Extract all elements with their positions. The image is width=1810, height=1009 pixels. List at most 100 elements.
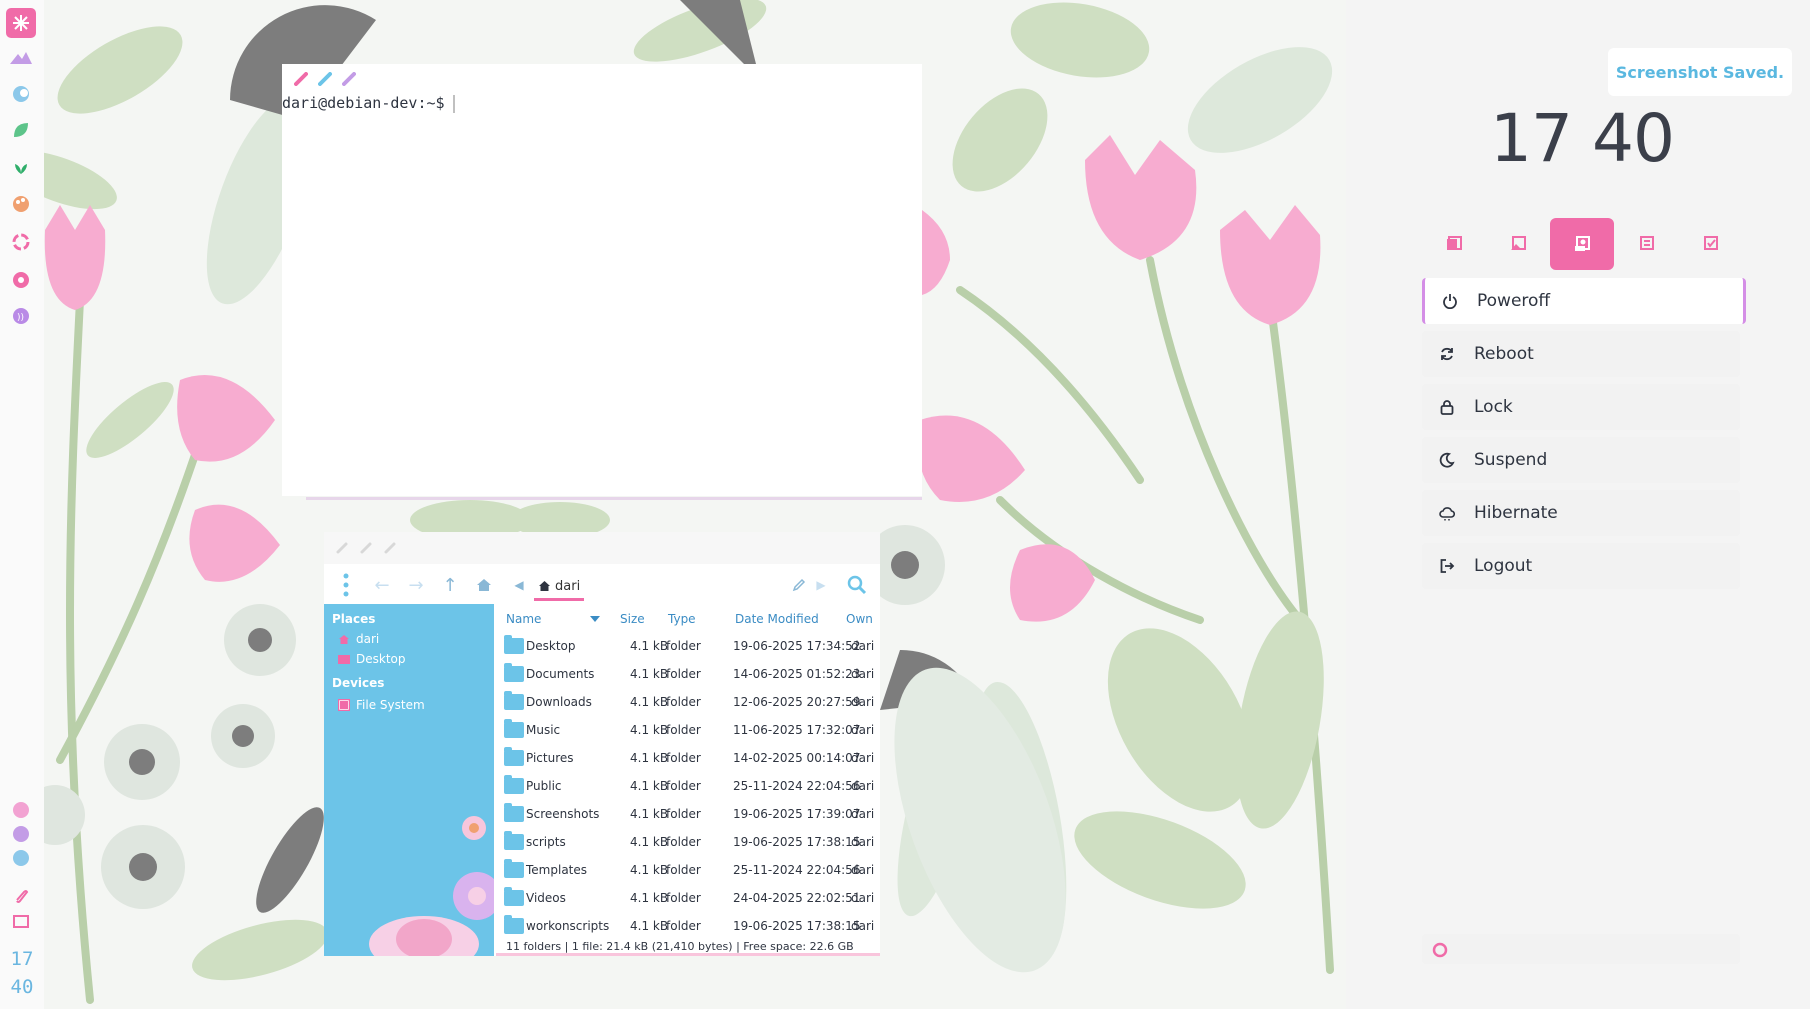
file-name: workonscripts bbox=[526, 919, 610, 933]
breadcrumb-left-icon[interactable]: ◀ bbox=[512, 572, 526, 598]
file-owner: dari bbox=[851, 919, 875, 933]
action-label: Logout bbox=[1474, 556, 1533, 576]
folder-icon bbox=[504, 747, 524, 766]
column-name[interactable]: Name bbox=[506, 612, 541, 626]
action-label: Lock bbox=[1474, 397, 1513, 417]
plant-icon[interactable] bbox=[9, 154, 33, 178]
file-name: Videos bbox=[526, 891, 566, 905]
tab-2[interactable] bbox=[1486, 218, 1550, 270]
file-owner: dari bbox=[851, 667, 875, 681]
sidebar-item-desktop[interactable]: Desktop bbox=[338, 652, 406, 666]
suspend-button[interactable]: Suspend bbox=[1422, 437, 1740, 483]
file-name: Templates bbox=[526, 863, 588, 877]
file-row[interactable]: Desktop 4.1 kB folder 19-06-2025 17:34:52 da… bbox=[496, 632, 880, 660]
aperture-icon[interactable] bbox=[9, 268, 33, 292]
tab-5[interactable] bbox=[1678, 218, 1742, 270]
svg-text:)): )) bbox=[17, 313, 24, 323]
edit-path-icon[interactable] bbox=[788, 572, 810, 598]
file-type: folder bbox=[666, 723, 701, 737]
sort-desc-icon[interactable] bbox=[590, 616, 600, 622]
paperclip-icon[interactable] bbox=[9, 884, 33, 908]
terminal-window[interactable]: dari@debian-dev:~$ bbox=[282, 64, 922, 500]
up-icon[interactable]: ↑ bbox=[438, 572, 462, 598]
window-icon[interactable] bbox=[9, 910, 33, 934]
snowflake-icon[interactable] bbox=[6, 8, 36, 38]
file-row[interactable]: Downloads 4.1 kB folder 12-06-2025 20:27:59… bbox=[496, 688, 880, 716]
search-icon[interactable] bbox=[844, 572, 870, 598]
text-cursor bbox=[452, 94, 455, 113]
file-row[interactable]: Pictures 4.1 kB folder 14-02-2025 00:14:07 d… bbox=[496, 744, 880, 772]
moon-icon bbox=[1432, 452, 1462, 468]
file-row[interactable]: Videos 4.1 kB folder 24-04-2025 22:02:51 dar… bbox=[496, 884, 880, 912]
file-size: 4.1 kB bbox=[630, 779, 669, 793]
column-type[interactable]: Type bbox=[668, 612, 696, 626]
breadcrumb-right-icon[interactable]: ▶ bbox=[814, 572, 828, 598]
file-name: Downloads bbox=[526, 695, 592, 709]
folder-icon bbox=[504, 635, 524, 654]
workspace-1-icon[interactable] bbox=[9, 798, 33, 822]
audio-icon[interactable]: )) bbox=[9, 304, 33, 328]
close-icon[interactable] bbox=[294, 72, 308, 86]
file-manager-window[interactable]: ← → ↑ ◀ dari ▶ Places dari Desktop Devic… bbox=[324, 532, 880, 956]
file-type: folder bbox=[666, 751, 701, 765]
action-label: Poweroff bbox=[1477, 291, 1551, 311]
file-row[interactable]: Music 4.1 kB folder 11-06-2025 17:32:07 dari bbox=[496, 716, 880, 744]
folder-icon bbox=[504, 663, 524, 682]
file-type: folder bbox=[666, 807, 701, 821]
file-owner: dari bbox=[851, 751, 875, 765]
file-date: 19-06-2025 17:39:07 bbox=[733, 807, 861, 821]
file-row[interactable]: Documents 4.1 kB folder 14-06-2025 01:52:23… bbox=[496, 660, 880, 688]
close-icon[interactable] bbox=[336, 542, 348, 554]
file-owner: dari bbox=[851, 863, 875, 877]
logout-button[interactable]: Logout bbox=[1422, 543, 1740, 589]
ring-icon[interactable] bbox=[9, 230, 33, 254]
forward-icon[interactable]: → bbox=[404, 572, 428, 598]
palette-icon[interactable] bbox=[9, 192, 33, 216]
mountain-icon[interactable] bbox=[9, 46, 33, 70]
column-size[interactable]: Size bbox=[620, 612, 645, 626]
workspace-3-icon[interactable] bbox=[9, 846, 33, 870]
file-owner: dari bbox=[851, 723, 875, 737]
sidebar-item-home[interactable]: dari bbox=[338, 632, 379, 646]
tab-1[interactable] bbox=[1422, 218, 1486, 270]
sidebar-item-filesystem[interactable]: File System bbox=[338, 698, 425, 712]
file-row[interactable]: scripts 4.1 kB folder 19-06-2025 17:38:15 da… bbox=[496, 828, 880, 856]
file-type: folder bbox=[666, 835, 701, 849]
bubble-icon[interactable] bbox=[9, 82, 33, 106]
leaf-icon[interactable] bbox=[9, 118, 33, 142]
file-row[interactable]: Templates 4.1 kB folder 25-11-2024 22:04:56… bbox=[496, 856, 880, 884]
user-card-icon bbox=[1575, 236, 1590, 251]
folder-icon bbox=[504, 691, 524, 710]
workspace-2-icon[interactable] bbox=[9, 822, 33, 846]
terminal-prompt[interactable]: dari@debian-dev:~$ bbox=[282, 94, 455, 113]
lock-button[interactable]: Lock bbox=[1422, 384, 1740, 430]
minimize-icon[interactable] bbox=[318, 72, 332, 86]
menu-icon[interactable] bbox=[336, 572, 356, 598]
reboot-button[interactable]: Reboot bbox=[1422, 331, 1740, 377]
minimize-icon[interactable] bbox=[360, 542, 372, 554]
home-icon[interactable] bbox=[472, 572, 496, 598]
file-size: 4.1 kB bbox=[630, 919, 669, 933]
gallery-icon bbox=[1447, 236, 1462, 250]
flower-decoration bbox=[369, 816, 494, 956]
file-type: folder bbox=[666, 695, 701, 709]
breadcrumb[interactable]: dari bbox=[534, 574, 585, 601]
column-date[interactable]: Date Modified bbox=[735, 612, 819, 626]
ring-icon[interactable] bbox=[1432, 942, 1448, 958]
hibernate-button[interactable]: Hibernate bbox=[1422, 490, 1740, 536]
tab-3[interactable] bbox=[1550, 218, 1614, 270]
maximize-icon[interactable] bbox=[384, 542, 396, 554]
file-row[interactable]: Public 4.1 kB folder 25-11-2024 22:04:56 dar… bbox=[496, 772, 880, 800]
file-row[interactable]: Screenshots 4.1 kB folder 19-06-2025 17:39:… bbox=[496, 800, 880, 828]
maximize-icon[interactable] bbox=[342, 72, 356, 86]
file-type: folder bbox=[666, 639, 701, 653]
back-icon[interactable]: ← bbox=[370, 572, 394, 598]
fm-sidebar: Places dari Desktop Devices File System bbox=[324, 604, 494, 956]
file-owner: dari bbox=[851, 807, 875, 821]
file-type: folder bbox=[666, 667, 701, 681]
panel-clock: 17 40 bbox=[1490, 100, 1675, 177]
column-owner[interactable]: Own bbox=[846, 612, 873, 626]
tab-4[interactable] bbox=[1614, 218, 1678, 270]
poweroff-button[interactable]: Poweroff bbox=[1422, 278, 1746, 324]
file-date: 12-06-2025 20:27:59 bbox=[733, 695, 861, 709]
